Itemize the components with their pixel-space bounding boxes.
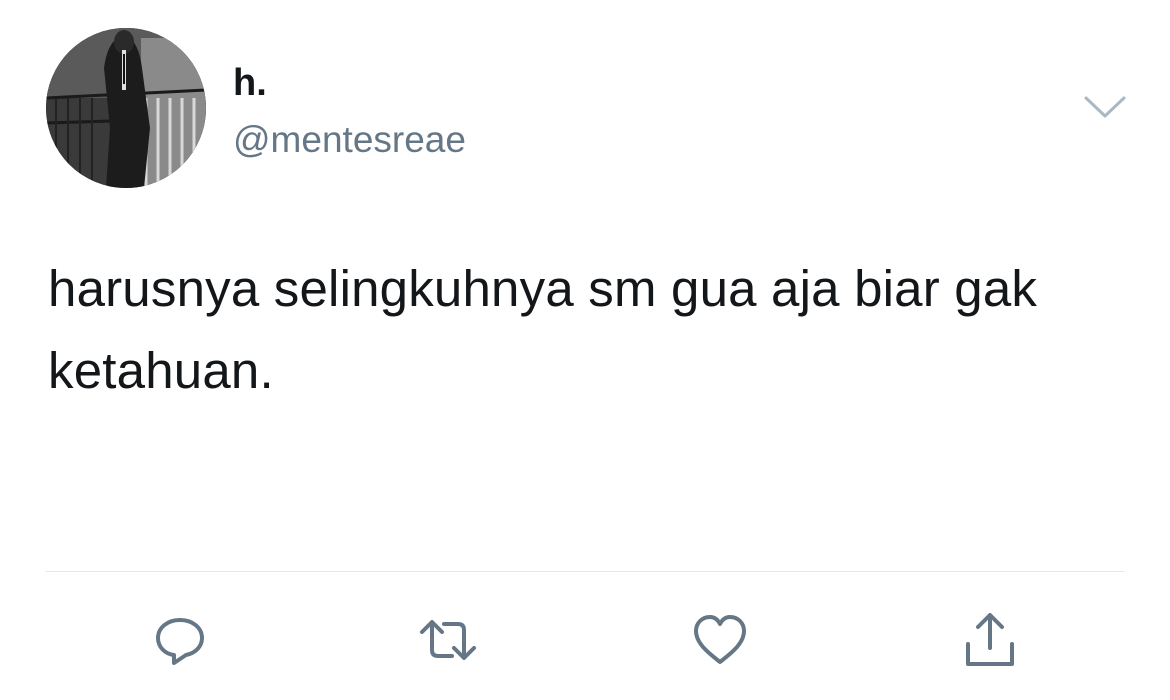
- retweet-icon: [420, 620, 476, 660]
- user-handle[interactable]: @mentesreae: [233, 117, 466, 163]
- divider: [46, 571, 1124, 572]
- tweet-text: harusnya selingkuhnya sm gua aja biar ga…: [48, 260, 1038, 399]
- like-button[interactable]: [690, 610, 750, 670]
- display-name[interactable]: h.: [233, 60, 267, 106]
- share-button[interactable]: [960, 610, 1020, 670]
- avatar[interactable]: [46, 28, 206, 188]
- tweet-menu-button[interactable]: [1082, 92, 1128, 122]
- chevron-down-icon: [1084, 96, 1126, 118]
- share-icon: [966, 613, 1014, 666]
- retweet-button[interactable]: [418, 610, 478, 670]
- reply-icon: [156, 618, 204, 665]
- avatar-photo: [46, 28, 206, 188]
- tweet-card: h. @mentesreae harusnya selingkuhnya sm …: [0, 0, 1170, 700]
- heart-icon: [694, 615, 746, 664]
- reply-button[interactable]: [150, 610, 210, 670]
